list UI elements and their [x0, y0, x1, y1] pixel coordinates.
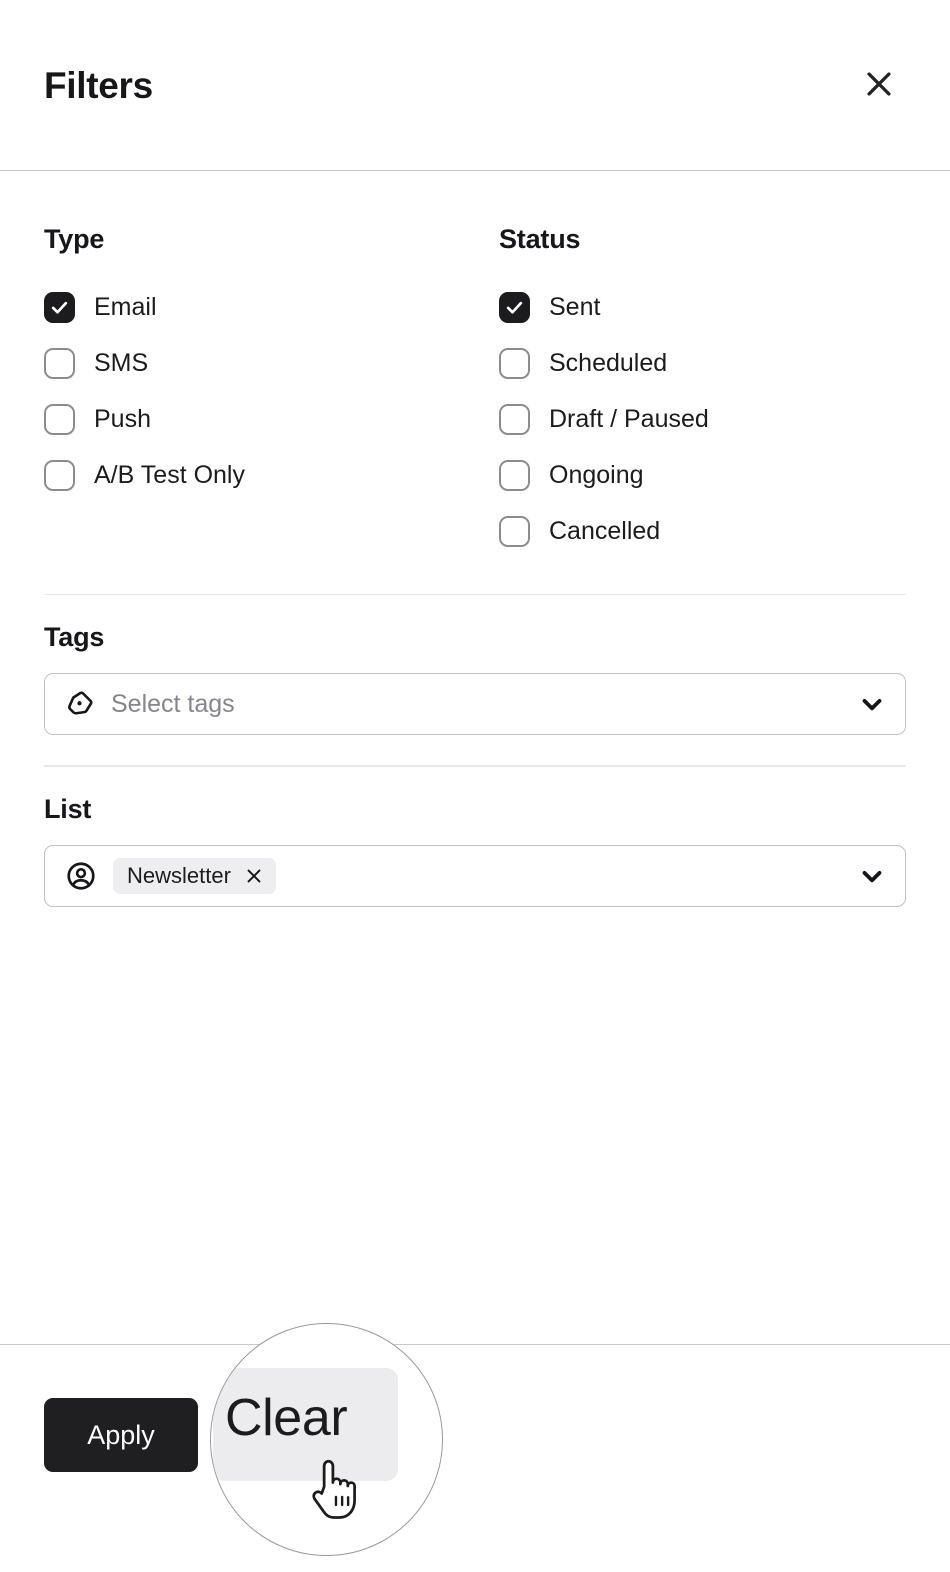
check-icon — [51, 301, 68, 314]
checkbox-label-cancelled: Cancelled — [549, 516, 661, 545]
checkbox-cancelled[interactable] — [499, 515, 530, 547]
list-item[interactable]: Newsletter — [113, 857, 276, 894]
close-icon — [862, 67, 896, 104]
checkbox-groups: Type Email SMS Push A/B Test Only Status… — [44, 171, 906, 559]
chevron-down-icon[interactable] — [857, 689, 887, 719]
checkbox-sms[interactable] — [44, 347, 75, 379]
checkbox-label-email: Email — [94, 292, 157, 321]
tags-select[interactable]: Select tags — [44, 673, 906, 736]
checkbox-row-cancelled[interactable]: Cancelled — [499, 503, 709, 559]
field-heading-tags: Tags — [44, 622, 105, 653]
checkbox-push[interactable] — [44, 403, 75, 435]
checkbox-row-sms[interactable]: SMS — [44, 335, 499, 391]
checkbox-draft-paused[interactable] — [499, 403, 530, 435]
filter-field-list: List Newsletter — [44, 767, 906, 907]
checkbox-label-draft-paused: Draft / Paused — [549, 404, 709, 433]
checkbox-row-ab-test-only[interactable]: A/B Test Only — [44, 447, 499, 503]
field-heading-list: List — [44, 793, 92, 824]
check-icon — [506, 301, 523, 314]
chip-label: Newsletter — [127, 862, 231, 888]
list-select[interactable]: Newsletter — [44, 844, 906, 907]
checkbox-label-sms: SMS — [94, 348, 149, 377]
filter-group-type: Type Email SMS Push A/B Test Only — [44, 226, 499, 559]
magnified-clear-label: Clear — [225, 1389, 348, 1447]
checkbox-label-push: Push — [94, 404, 151, 433]
checkbox-label-ab-test-only: A/B Test Only — [94, 460, 245, 489]
checkbox-row-ongoing[interactable]: Ongoing — [499, 447, 709, 503]
user-circle-icon — [65, 860, 97, 892]
checkbox-row-scheduled[interactable]: Scheduled — [499, 335, 709, 391]
list-selected-values: Newsletter — [113, 857, 847, 894]
chevron-down-icon[interactable] — [857, 861, 887, 891]
panel-header: Filters — [0, 0, 950, 171]
checkbox-row-email[interactable]: Email — [44, 279, 499, 335]
group-heading-type: Type — [44, 224, 105, 254]
page-title: Filters — [44, 64, 153, 106]
checkbox-row-push[interactable]: Push — [44, 391, 499, 447]
panel-body: Type Email SMS Push A/B Test Only Status… — [0, 171, 950, 1344]
filter-group-status: Status Sent Scheduled Draft / Paused Ong… — [499, 226, 709, 559]
magnifier-lens: Clear — [210, 1323, 443, 1556]
filter-field-tags: Tags Select tags — [44, 595, 906, 736]
chip-remove-icon[interactable] — [244, 866, 264, 886]
checkbox-sent[interactable] — [499, 291, 530, 323]
checkbox-email[interactable] — [44, 291, 75, 323]
checkbox-label-ongoing: Ongoing — [549, 460, 644, 489]
checkbox-label-scheduled: Scheduled — [549, 348, 668, 377]
checkbox-row-draft-paused[interactable]: Draft / Paused — [499, 391, 709, 447]
tag-icon — [65, 689, 95, 719]
pointing-hand-cursor — [307, 1454, 363, 1522]
checkbox-scheduled[interactable] — [499, 347, 530, 379]
checkbox-ongoing[interactable] — [499, 459, 530, 491]
checkbox-row-sent[interactable]: Sent — [499, 279, 709, 335]
checkbox-ab-test-only[interactable] — [44, 459, 75, 491]
tags-placeholder: Select tags — [111, 689, 235, 718]
close-panel-button[interactable] — [852, 58, 906, 112]
group-heading-status: Status — [499, 224, 581, 254]
filters-panel: Filters Type Email SMS Push A/B Test Onl… — [0, 0, 950, 1572]
checkbox-label-sent: Sent — [549, 292, 601, 321]
panel-footer: Apply Clear — [0, 1344, 950, 1572]
apply-button[interactable]: Apply — [44, 1398, 198, 1472]
